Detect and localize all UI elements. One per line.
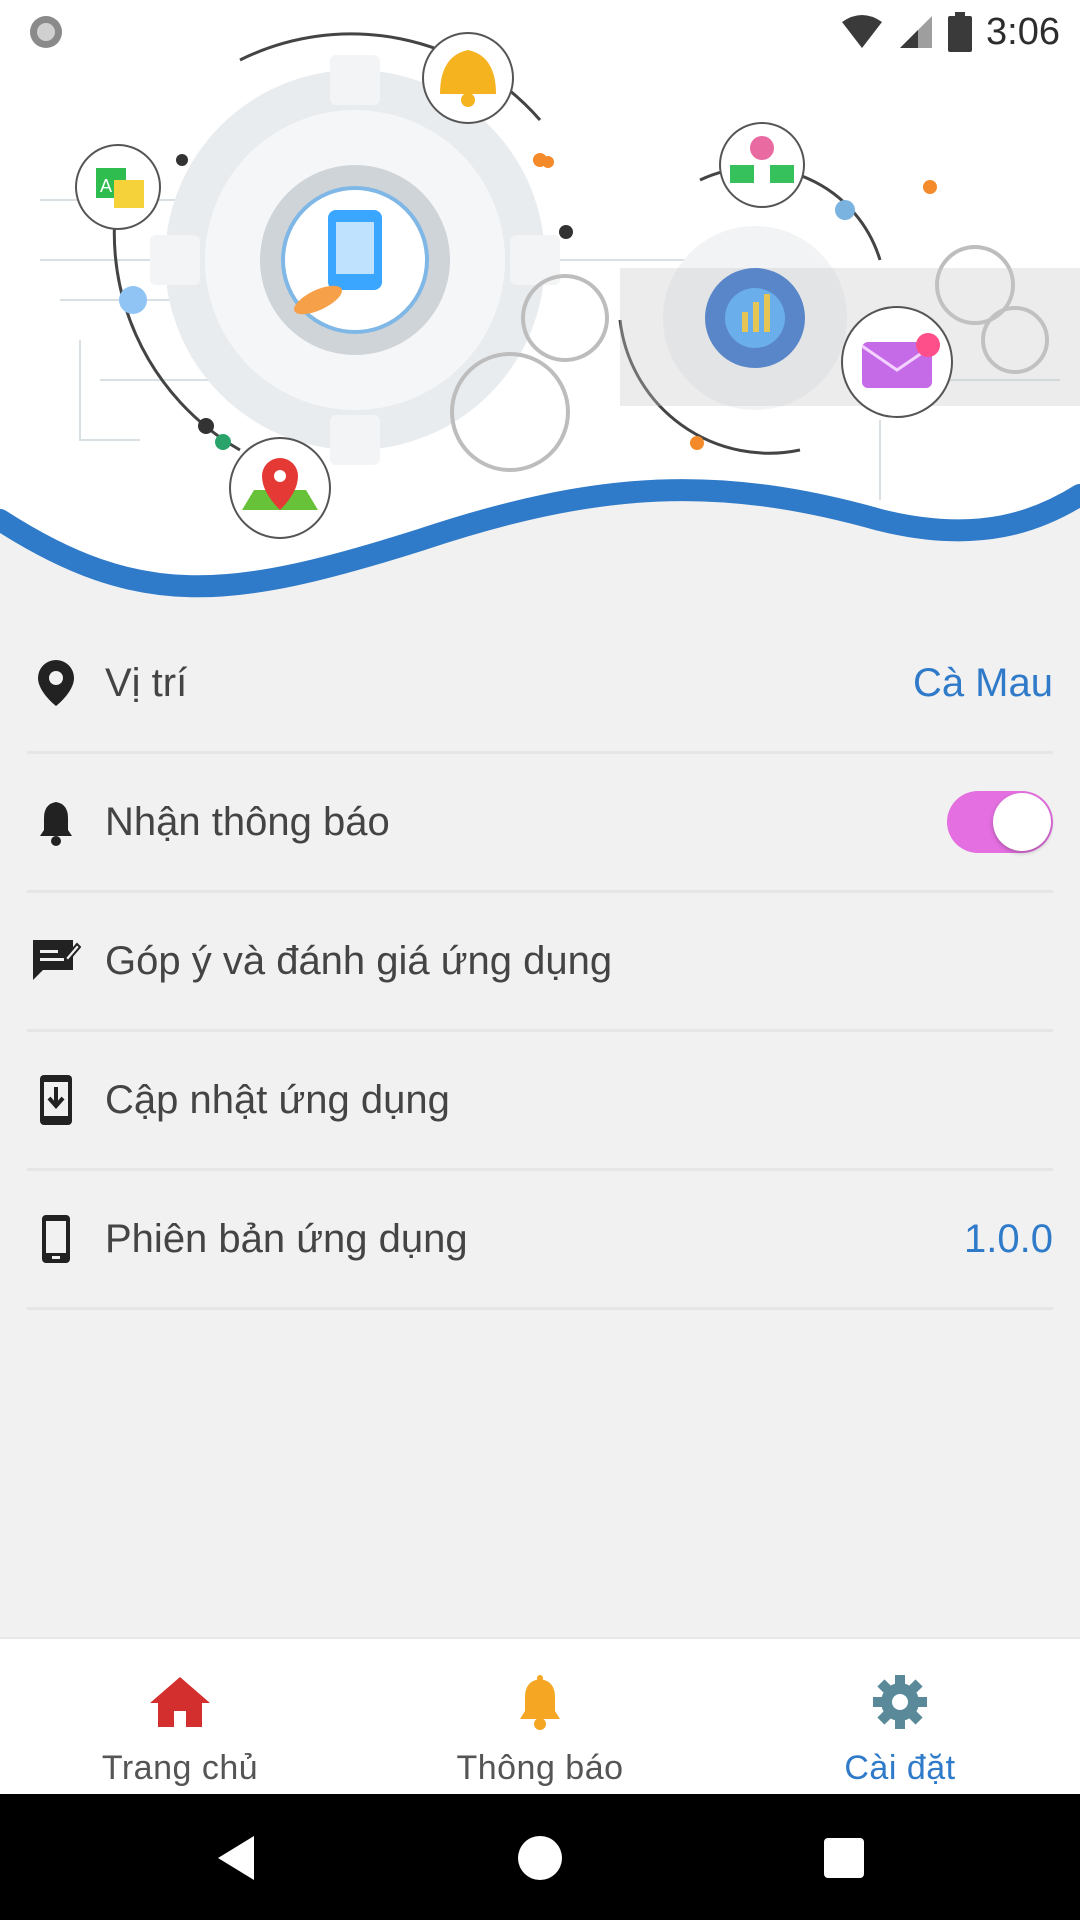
header-illustration: A [0, 0, 1080, 615]
toggle-knob [993, 793, 1051, 851]
location-value[interactable]: Cà Mau [913, 661, 1053, 706]
download-icon [31, 1075, 81, 1125]
battery-icon [948, 12, 973, 52]
version-value: 1.0.0 [964, 1216, 1053, 1261]
status-bar: 3:06 [0, 0, 1080, 64]
big-gear-icon [150, 55, 560, 465]
settings-row-version: Phiên bản ứng dụng 1.0.0 [27, 1171, 1053, 1310]
bell-icon [31, 797, 81, 847]
map-pin-badge [229, 437, 331, 539]
header-art: A [0, 32, 1080, 615]
bottom-nav: Trang chủ Thông báo Cài đặt [0, 1637, 1080, 1796]
settings-row-feedback[interactable]: Góp ý và đánh giá ứng dụng [27, 893, 1053, 1032]
wifi-icon [842, 15, 883, 48]
notifications-label: Nhận thông báo [105, 799, 390, 844]
version-label: Phiên bản ứng dụng [105, 1216, 468, 1261]
bell-icon [520, 1675, 560, 1730]
location-label: Vị trí [105, 660, 188, 705]
notifications-toggle[interactable] [947, 791, 1053, 853]
gear-icon [873, 1675, 927, 1729]
location-pin-icon [31, 658, 81, 708]
nav-item-settings[interactable]: Cài đặt [720, 1639, 1080, 1796]
svg-text:A: A [100, 176, 112, 196]
nav-label-settings: Cài đặt [844, 1749, 956, 1787]
settings-list: Vị trí Cà Mau Nhận thông báo Góp ý và đá… [0, 615, 1080, 1310]
home-icon [150, 1677, 210, 1727]
feedback-icon [31, 936, 81, 986]
version-badge [719, 122, 805, 208]
nav-label-notifications: Thông báo [456, 1749, 624, 1787]
phone-icon [31, 1214, 81, 1264]
status-time: 3:06 [986, 10, 1060, 53]
recents-icon[interactable] [816, 1830, 872, 1886]
nav-label-home: Trang chủ [101, 1749, 259, 1787]
record-icon [30, 16, 62, 48]
settings-row-location[interactable]: Vị trí Cà Mau [27, 615, 1053, 754]
translate-badge: A [75, 144, 161, 230]
feedback-label: Góp ý và đánh giá ứng dụng [105, 938, 613, 983]
system-nav-bar [0, 1794, 1080, 1920]
nav-item-notifications[interactable]: Thông báo [360, 1639, 720, 1796]
settings-row-update[interactable]: Cập nhật ứng dụng [27, 1032, 1053, 1171]
back-icon[interactable] [210, 1830, 266, 1886]
update-label: Cập nhật ứng dụng [105, 1077, 450, 1122]
settings-row-notifications: Nhận thông báo [27, 754, 1053, 893]
mail-badge [841, 306, 953, 418]
nav-item-home[interactable]: Trang chủ [0, 1639, 360, 1796]
signal-icon [900, 16, 933, 48]
home-circle-icon[interactable] [512, 1830, 568, 1886]
